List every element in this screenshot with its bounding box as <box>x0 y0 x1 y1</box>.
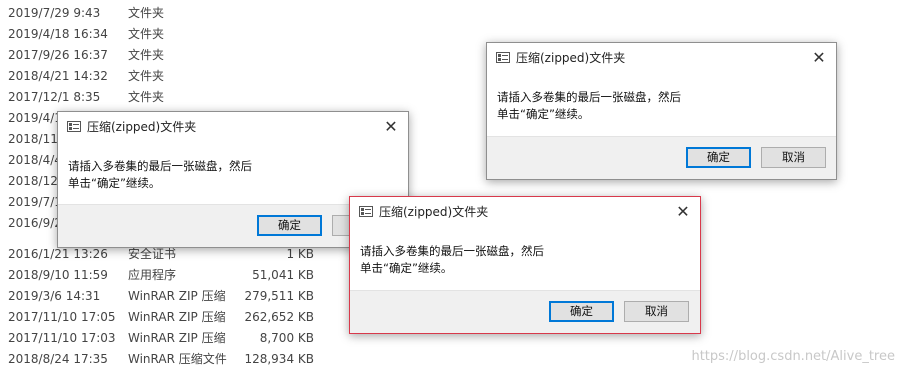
ok-button[interactable]: 确定 <box>549 301 614 322</box>
file-date: 2017/12/1 8:35 <box>8 90 101 104</box>
file-size: 128,934 KB <box>244 352 314 366</box>
zip-dialog: 压缩(zipped)文件夹 ✕ 请插入多卷集的最后一张磁盘，然后 单击“确定”继… <box>349 196 701 334</box>
message-line: 单击“确定”继续。 <box>68 176 161 190</box>
close-icon[interactable]: ✕ <box>666 197 700 227</box>
file-type: 应用程序 <box>128 268 177 282</box>
dialog-footer: 确定 取消 <box>487 136 836 179</box>
file-type: WinRAR 压缩文件 <box>128 352 227 366</box>
file-date: 2019/7/1 <box>8 195 62 209</box>
list-item[interactable]: 2019/7/29 9:43 文件夹 <box>0 3 360 24</box>
cancel-button[interactable]: 取消 <box>761 147 826 168</box>
list-item[interactable]: 2017/9/26 16:37 文件夹 <box>0 45 360 66</box>
file-type: 文件夹 <box>128 90 165 104</box>
dialog-titlebar[interactable]: 压缩(zipped)文件夹 ✕ <box>350 197 700 227</box>
file-date: 2017/11/10 17:03 <box>8 331 116 345</box>
list-item[interactable]: 2019/4/18 16:34 文件夹 <box>0 24 360 45</box>
file-date: 2018/9/10 11:59 <box>8 268 108 282</box>
ok-button[interactable]: 确定 <box>686 147 751 168</box>
file-date: 2018/8/24 17:35 <box>8 352 108 366</box>
dialog-title: 压缩(zipped)文件夹 <box>516 51 626 65</box>
file-type: 文件夹 <box>128 6 165 20</box>
file-date: 2018/4/4 <box>8 153 62 167</box>
file-date: 2019/4/18 16:34 <box>8 27 108 41</box>
list-item[interactable]: 2019/3/6 14:31 WinRAR ZIP 压缩 279,511 KB <box>0 286 360 307</box>
cancel-button[interactable]: 取消 <box>624 301 689 322</box>
zip-dialog: 压缩(zipped)文件夹 ✕ 请插入多卷集的最后一张磁盘，然后 单击“确定”继… <box>486 42 837 180</box>
file-date: 2017/9/26 16:37 <box>8 48 108 62</box>
file-date: 2018/11/ <box>8 132 62 146</box>
file-size: 279,511 KB <box>244 289 314 303</box>
window-icon <box>67 121 81 132</box>
window-icon <box>496 52 510 63</box>
file-type: WinRAR ZIP 压缩 <box>128 289 226 303</box>
file-date: 2016/9/2 <box>8 216 62 230</box>
file-date: 2018/4/21 14:32 <box>8 69 108 83</box>
list-item[interactable]: 2017/12/1 8:35 文件夹 <box>0 87 360 108</box>
watermark: https://blog.csdn.net/Alive_tree <box>691 349 895 364</box>
dialog-message: 请插入多卷集的最后一张磁盘，然后 单击“确定”继续。 <box>360 243 544 277</box>
message-line: 单击“确定”继续。 <box>497 107 590 121</box>
file-type: 文件夹 <box>128 69 165 83</box>
file-size: 262,652 KB <box>244 310 314 324</box>
file-size: 51,041 KB <box>252 268 314 282</box>
file-type: WinRAR ZIP 压缩 <box>128 310 226 324</box>
dialog-title: 压缩(zipped)文件夹 <box>379 205 489 219</box>
message-line: 请插入多卷集的最后一张磁盘，然后 <box>497 90 681 104</box>
list-item[interactable]: 2017/11/10 17:03 WinRAR ZIP 压缩 8,700 KB <box>0 328 360 349</box>
close-icon[interactable]: ✕ <box>802 43 836 73</box>
file-type: 文件夹 <box>128 27 165 41</box>
list-item[interactable]: 2018/9/10 11:59 应用程序 51,041 KB <box>0 265 360 286</box>
file-date: 2018/12/ <box>8 174 62 188</box>
file-type: 文件夹 <box>128 48 165 62</box>
ok-button[interactable]: 确定 <box>257 215 322 236</box>
file-size: 8,700 KB <box>259 331 314 345</box>
dialog-footer: 确定 取消 <box>350 290 700 333</box>
file-date: 2019/3/6 14:31 <box>8 289 101 303</box>
dialog-titlebar[interactable]: 压缩(zipped)文件夹 ✕ <box>487 43 836 73</box>
message-line: 请插入多卷集的最后一张磁盘，然后 <box>68 159 252 173</box>
list-item[interactable]: 2018/4/21 14:32 文件夹 <box>0 66 360 87</box>
file-date: 2017/11/10 17:05 <box>8 310 116 324</box>
message-line: 请插入多卷集的最后一张磁盘，然后 <box>360 244 544 258</box>
dialog-titlebar[interactable]: 压缩(zipped)文件夹 ✕ <box>58 112 408 142</box>
file-date: 2019/4/1 <box>8 111 62 125</box>
dialog-title: 压缩(zipped)文件夹 <box>87 120 197 134</box>
dialog-message: 请插入多卷集的最后一张磁盘，然后 单击“确定”继续。 <box>68 158 252 192</box>
file-type: WinRAR ZIP 压缩 <box>128 331 226 345</box>
dialog-message: 请插入多卷集的最后一张磁盘，然后 单击“确定”继续。 <box>497 89 681 123</box>
close-icon[interactable]: ✕ <box>374 112 408 142</box>
window-icon <box>359 206 373 217</box>
list-item[interactable]: 2017/11/10 17:05 WinRAR ZIP 压缩 262,652 K… <box>0 307 360 328</box>
file-date: 2019/7/29 9:43 <box>8 6 101 20</box>
message-line: 单击“确定”继续。 <box>360 261 453 275</box>
list-item[interactable]: 2018/8/24 17:35 WinRAR 压缩文件 128,934 KB <box>0 349 360 370</box>
